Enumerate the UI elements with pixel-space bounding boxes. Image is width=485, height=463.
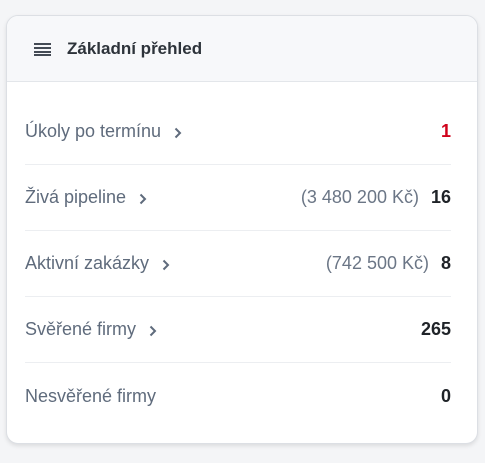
menu-icon <box>34 42 51 56</box>
orders-amount: (742 500 Kč) <box>325 253 429 273</box>
overview-card: Základní přehled Úkoly po termínu 1 Živá… <box>6 15 478 444</box>
chevron-right-icon <box>149 324 157 336</box>
row-values: (742 500 Kč) 8 <box>326 253 451 274</box>
chevron-right-icon <box>174 126 182 138</box>
chevron-right-icon <box>139 192 147 204</box>
pipeline-count: 16 <box>430 187 451 207</box>
assigned-companies-row: Svěřené firmy 265 <box>25 297 451 363</box>
row-label: Živá pipeline <box>25 187 127 207</box>
live-pipeline-row: Živá pipeline (3 480 200 Kč) 16 <box>25 165 451 231</box>
row-label: Aktivní zakázky <box>25 253 150 273</box>
live-pipeline-link[interactable]: Živá pipeline <box>25 187 147 208</box>
pipeline-amount: (3 480 200 Kč) <box>300 187 419 207</box>
card-title: Základní přehled <box>67 38 203 58</box>
unassigned-companies-row: Nesvěřené firmy 0 <box>25 363 451 429</box>
row-values: 1 <box>441 121 451 142</box>
row-values: 265 <box>421 319 451 340</box>
overview-list: Úkoly po termínu 1 Živá pipeline (3 480 … <box>25 99 451 429</box>
card-header: Základní přehled <box>7 16 477 82</box>
row-label: Svěřené firmy <box>25 319 137 339</box>
row-values: (3 480 200 Kč) 16 <box>301 187 451 208</box>
row-label: Úkoly po termínu <box>25 121 162 141</box>
assigned-count: 265 <box>420 319 451 339</box>
overdue-tasks-row: Úkoly po termínu 1 <box>25 99 451 165</box>
chevron-right-icon <box>162 258 170 270</box>
unassigned-count: 0 <box>440 385 451 406</box>
assigned-companies-link[interactable]: Svěřené firmy <box>25 319 157 340</box>
row-label: Nesvěřené firmy <box>25 385 157 406</box>
unassigned-companies-label: Nesvěřené firmy <box>25 386 156 407</box>
overdue-count: 1 <box>440 121 451 141</box>
active-orders-row: Aktivní zakázky (742 500 Kč) 8 <box>25 231 451 297</box>
orders-count: 8 <box>440 253 451 273</box>
overdue-tasks-link[interactable]: Úkoly po termínu <box>25 121 182 142</box>
active-orders-link[interactable]: Aktivní zakázky <box>25 253 170 274</box>
row-values: 0 <box>441 386 451 407</box>
